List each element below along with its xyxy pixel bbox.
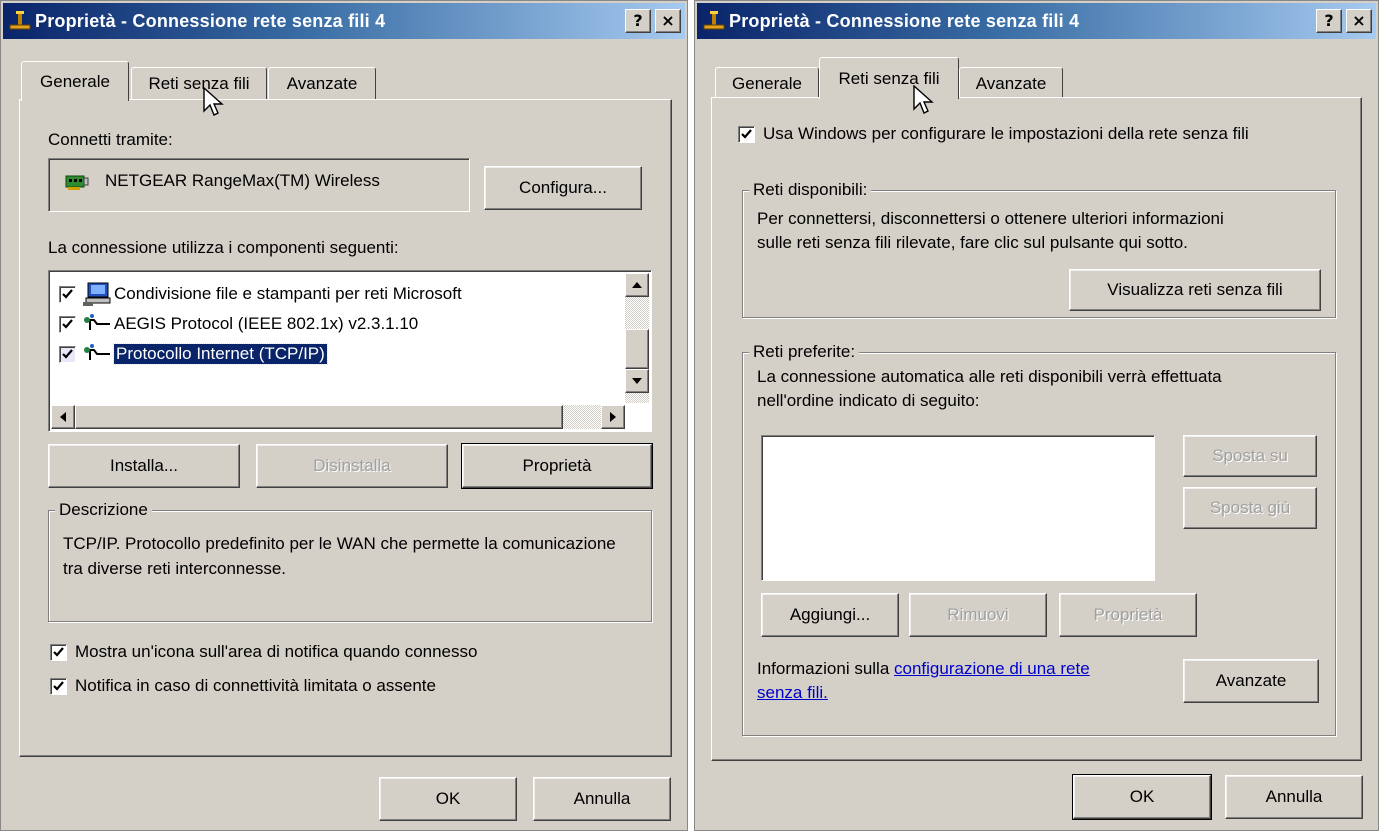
- available-networks-group: Reti disponibili: Per connettersi, disco…: [742, 180, 1336, 318]
- available-text-1: Per connettersi, disconnettersi o ottene…: [757, 209, 1224, 228]
- adapter-box: NETGEAR RangeMax(TM) Wireless: [48, 158, 470, 212]
- tab-panel: Connetti tramite: NETGEAR RangeMax(TM) W…: [19, 99, 672, 757]
- ok-button[interactable]: OK: [379, 777, 517, 821]
- protocol-icon: [84, 344, 110, 360]
- tab-avanzate[interactable]: Avanzate: [959, 67, 1063, 99]
- show-icon-label: Mostra un'icona sull'area di notifica qu…: [75, 642, 478, 661]
- component-checkbox[interactable]: [59, 285, 76, 303]
- show-icon-checkbox[interactable]: [50, 643, 67, 661]
- arrow-down-icon: [632, 378, 642, 384]
- use-windows-option[interactable]: Usa Windows per configurare le impostazi…: [738, 124, 1249, 144]
- mouse-cursor-icon: [203, 87, 224, 116]
- components-list[interactable]: Condivisione file e stampanti per reti M…: [48, 270, 652, 432]
- preferred-legend: Reti preferite:: [749, 342, 860, 362]
- move-down-button[interactable]: Sposta giù: [1183, 487, 1317, 529]
- cancel-button[interactable]: Annulla: [1225, 775, 1363, 819]
- advanced-button[interactable]: Avanzate: [1183, 659, 1319, 703]
- properties-dialog-general: Proprietà - Connessione rete senza fili …: [0, 0, 688, 831]
- scroll-right-button[interactable]: [601, 405, 625, 429]
- network-connection-icon: [9, 11, 31, 30]
- preferred-networks-group: Reti preferite: La connessione automatic…: [742, 342, 1336, 736]
- arrow-left-icon: [60, 412, 66, 422]
- arrow-right-icon: [610, 412, 616, 422]
- arrow-up-icon: [632, 282, 642, 288]
- tab-reti-senza-fili[interactable]: Reti senza fili: [131, 67, 267, 99]
- network-connection-icon: [703, 11, 725, 30]
- use-windows-checkbox[interactable]: [738, 125, 755, 143]
- configure-button[interactable]: Configura...: [484, 166, 642, 210]
- notify-label: Notifica in caso di connettività limitat…: [75, 676, 436, 695]
- close-button[interactable]: ×: [655, 9, 681, 33]
- notify-option[interactable]: Notifica in caso di connettività limitat…: [50, 676, 436, 696]
- window-title: Proprietà - Connessione rete senza fili …: [35, 10, 386, 31]
- cancel-button[interactable]: Annulla: [533, 777, 671, 821]
- remove-button[interactable]: Rimuovi: [909, 593, 1047, 637]
- tab-reti-senza-fili[interactable]: Reti senza fili: [819, 57, 959, 99]
- network-properties-button[interactable]: Proprietà: [1059, 593, 1197, 637]
- network-computer-icon: [83, 282, 111, 306]
- info-text: Informazioni sulla configurazione di una…: [757, 657, 1167, 705]
- title-bar[interactable]: Proprietà - Connessione rete senza fili …: [697, 3, 1376, 39]
- scroll-thumb[interactable]: [625, 329, 649, 369]
- properties-button[interactable]: Proprietà: [461, 443, 653, 489]
- adapter-name: NETGEAR RangeMax(TM) Wireless: [105, 171, 380, 190]
- description-group: Descrizione TCP/IP. Protocollo predefini…: [48, 500, 652, 622]
- description-legend: Descrizione: [55, 500, 152, 520]
- preferred-networks-list[interactable]: [761, 435, 1155, 581]
- component-label: Condivisione file e stampanti per reti M…: [114, 284, 462, 303]
- horizontal-scrollbar[interactable]: [51, 405, 625, 429]
- component-label: AEGIS Protocol (IEEE 802.1x) v2.3.1.10: [114, 314, 419, 333]
- use-windows-label: Usa Windows per configurare le impostazi…: [763, 124, 1249, 143]
- ok-button[interactable]: OK: [1072, 774, 1212, 820]
- hscroll-thumb[interactable]: [75, 405, 563, 429]
- scroll-up-button[interactable]: [625, 273, 649, 297]
- wireless-config-link[interactable]: configurazione di una rete: [894, 659, 1090, 678]
- tab-panel: Usa Windows per configurare le impostazi…: [711, 97, 1362, 761]
- preferred-text-1: La connessione automatica alle reti disp…: [757, 367, 1222, 386]
- close-button[interactable]: ×: [1346, 9, 1372, 33]
- preferred-text-2: nell'ordine indicato di seguito:: [757, 391, 980, 410]
- properties-dialog-wireless: Proprietà - Connessione rete senza fili …: [694, 0, 1379, 831]
- tab-generale[interactable]: Generale: [715, 67, 819, 99]
- wireless-config-link-2[interactable]: senza fili.: [757, 683, 828, 702]
- add-button[interactable]: Aggiungi...: [761, 593, 899, 637]
- window-title: Proprietà - Connessione rete senza fili …: [729, 10, 1080, 31]
- show-icon-option[interactable]: Mostra un'icona sull'area di notifica qu…: [50, 642, 477, 662]
- title-bar[interactable]: Proprietà - Connessione rete senza fili …: [3, 3, 685, 39]
- tab-generale[interactable]: Generale: [21, 61, 129, 101]
- connect-via-label: Connetti tramite:: [48, 130, 173, 149]
- vertical-scrollbar[interactable]: [625, 273, 649, 403]
- component-label: Protocollo Internet (TCP/IP): [113, 343, 328, 365]
- tab-avanzate[interactable]: Avanzate: [268, 67, 376, 99]
- description-text: TCP/IP. Protocollo predefinito per le WA…: [63, 534, 616, 578]
- mouse-cursor-icon: [913, 85, 934, 114]
- list-item[interactable]: Condivisione file e stampanti per reti M…: [59, 279, 462, 309]
- available-text-2: sulle reti senza fili rilevate, fare cli…: [757, 233, 1188, 252]
- protocol-icon: [84, 314, 110, 330]
- scroll-down-button[interactable]: [625, 369, 649, 393]
- list-item-selected[interactable]: Protocollo Internet (TCP/IP): [59, 339, 328, 369]
- notify-checkbox[interactable]: [50, 677, 67, 695]
- uninstall-button[interactable]: Disinstalla: [256, 444, 448, 488]
- help-button[interactable]: ?: [625, 9, 651, 33]
- scroll-left-button[interactable]: [51, 405, 75, 429]
- help-button[interactable]: ?: [1316, 9, 1342, 33]
- network-adapter-icon: [65, 175, 89, 190]
- view-networks-button[interactable]: Visualizza reti senza fili: [1069, 269, 1321, 311]
- move-up-button[interactable]: Sposta su: [1183, 435, 1317, 477]
- install-button[interactable]: Installa...: [48, 444, 240, 488]
- available-legend: Reti disponibili:: [749, 180, 872, 200]
- components-label: La connessione utilizza i componenti seg…: [48, 238, 399, 257]
- info-prefix: Informazioni sulla: [757, 659, 895, 678]
- component-checkbox[interactable]: [59, 315, 76, 333]
- component-checkbox[interactable]: [59, 345, 76, 363]
- list-item[interactable]: AEGIS Protocol (IEEE 802.1x) v2.3.1.10: [59, 309, 418, 339]
